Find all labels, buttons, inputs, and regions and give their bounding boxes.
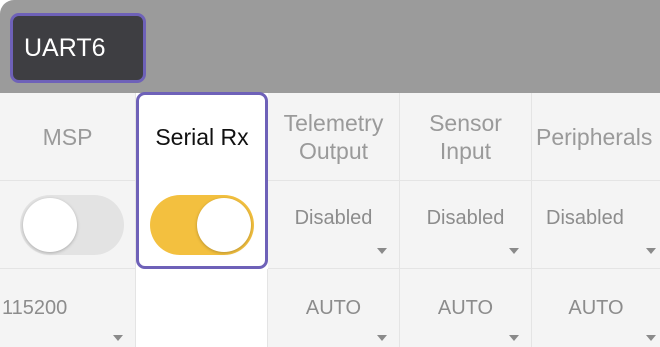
serial-rx-toggle-cell (136, 181, 268, 269)
chevron-down-icon (377, 335, 387, 341)
peripherals-select-value: Disabled (546, 207, 624, 229)
col-header-telemetry: Telemetry Output (268, 93, 400, 181)
chevron-down-icon (646, 335, 656, 341)
port-config-panel: UART6 MSP Serial Rx Telemetry Output Sen… (0, 0, 660, 347)
serial-rx-baud-empty (136, 269, 268, 347)
col-header-peripherals-label: Peripherals (536, 123, 653, 150)
toggle-knob (197, 198, 251, 252)
peripherals-select[interactable]: Disabled (532, 181, 660, 269)
port-header: UART6 (0, 0, 660, 93)
sensor-baud-value: AUTO (437, 297, 494, 319)
msp-baud-value: 115200 (2, 297, 68, 319)
msp-toggle-cell (0, 181, 136, 269)
telemetry-select[interactable]: Disabled (268, 181, 400, 269)
sensor-select-value: Disabled (426, 207, 505, 229)
col-header-peripherals: Peripherals (532, 93, 660, 181)
serial-rx-toggle[interactable] (150, 195, 254, 255)
chevron-down-icon (377, 248, 387, 254)
col-header-msp-label: MSP (42, 123, 93, 150)
msp-toggle[interactable] (20, 195, 124, 255)
col-header-sensor-label: Sensor Input (429, 109, 502, 164)
sensor-baud-select[interactable]: AUTO (400, 269, 532, 347)
port-name-label[interactable]: UART6 (10, 13, 146, 83)
sensor-select[interactable]: Disabled (400, 181, 532, 269)
toggle-knob (23, 198, 77, 252)
telemetry-baud-value: AUTO (305, 297, 362, 319)
peripherals-baud-value: AUTO (568, 297, 624, 319)
col-header-sensor: Sensor Input (400, 93, 532, 181)
msp-baud-select[interactable]: 115200 (0, 269, 136, 347)
chevron-down-icon (646, 248, 656, 254)
chevron-down-icon (509, 248, 519, 254)
telemetry-baud-select[interactable]: AUTO (268, 269, 400, 347)
col-header-telemetry-label: Telemetry Output (283, 109, 384, 164)
col-header-serial-rx-label: Serial Rx (155, 124, 249, 150)
chevron-down-icon (113, 335, 123, 341)
col-header-serial-rx: Serial Rx (136, 93, 268, 181)
telemetry-select-value: Disabled (294, 207, 373, 229)
chevron-down-icon (509, 335, 519, 341)
peripherals-baud-select[interactable]: AUTO (532, 269, 660, 347)
col-header-msp: MSP (0, 93, 136, 181)
